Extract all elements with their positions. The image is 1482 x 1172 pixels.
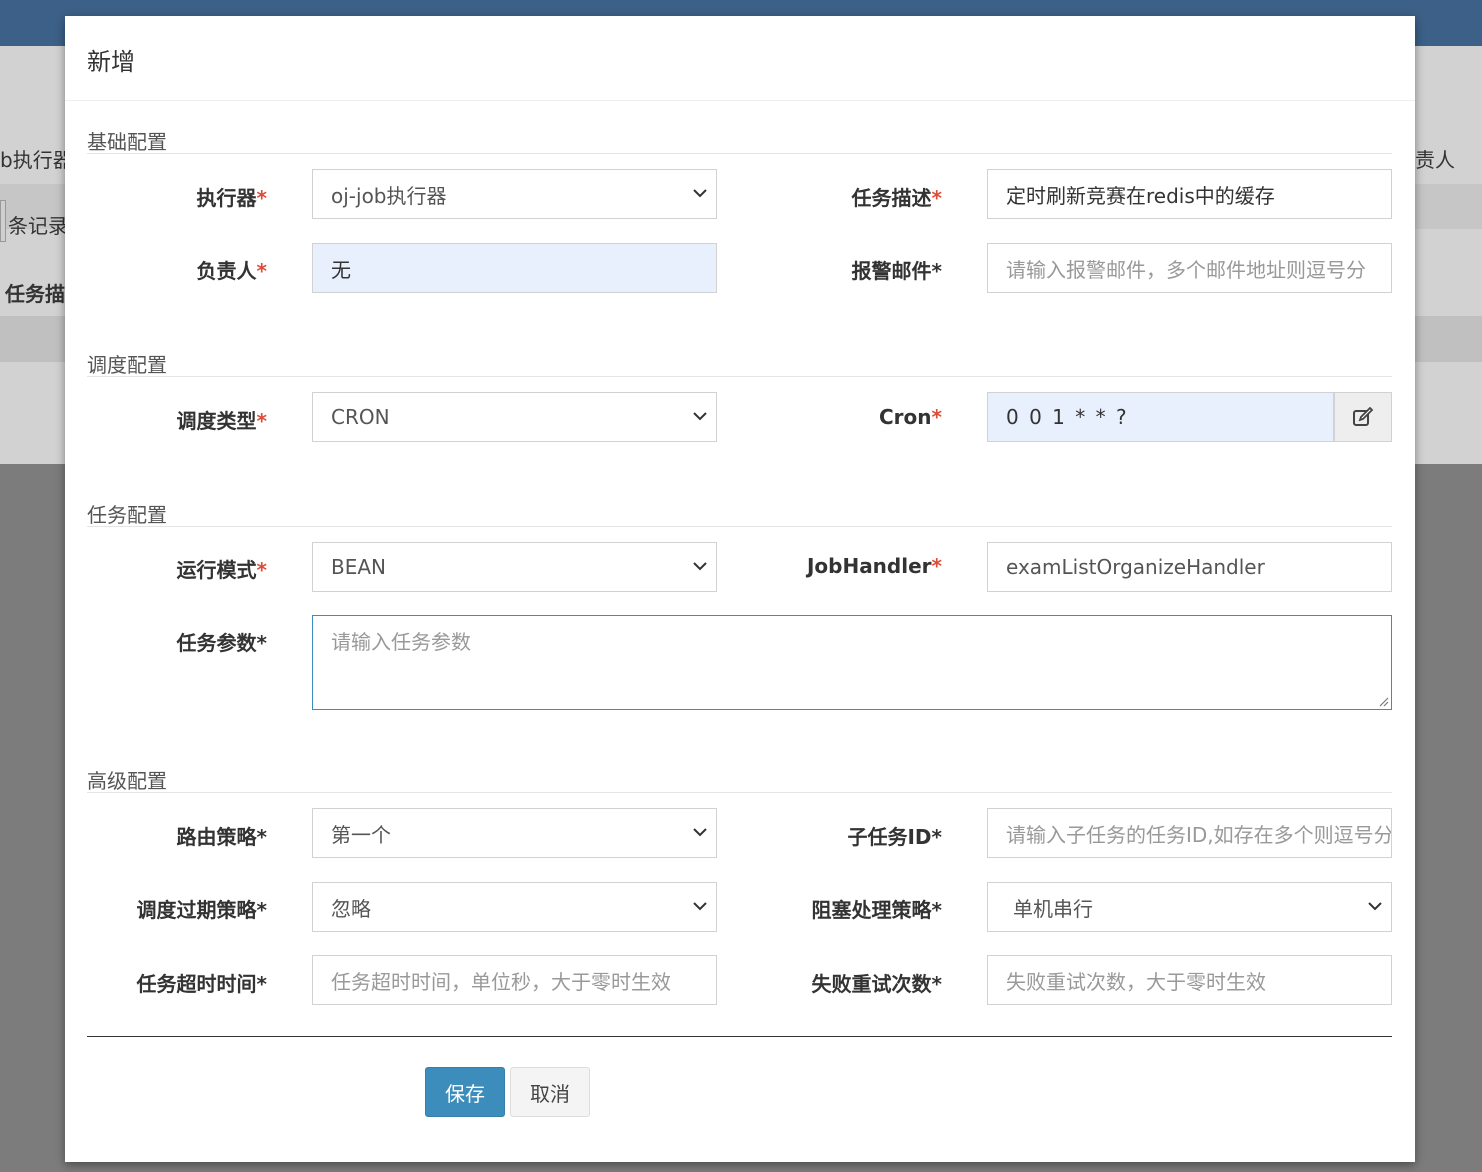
child-job-id-label: 子任务ID* xyxy=(847,825,942,849)
block-strategy-select[interactable]: 单机串行 xyxy=(987,882,1392,932)
owner-value: 无 xyxy=(331,257,351,282)
footer-divider xyxy=(87,1036,1392,1037)
alarm-email-input[interactable]: 请输入报警邮件，多个邮件地址则逗号分 xyxy=(987,243,1392,293)
block-strategy-label: 阻塞处理策略* xyxy=(811,898,942,922)
chevron-down-icon xyxy=(1368,902,1382,911)
executor-label: 执行器* xyxy=(196,186,267,210)
job-handler-label: JobHandler* xyxy=(806,554,942,578)
alarm-email-placeholder: 请输入报警邮件，多个邮件地址则逗号分 xyxy=(1006,257,1366,282)
executor-select[interactable]: oj-job执行器 xyxy=(312,169,717,219)
section-divider xyxy=(87,526,1392,527)
section-title-basic: 基础配置 xyxy=(87,130,167,154)
cron-label: Cron* xyxy=(879,405,942,429)
chevron-down-icon xyxy=(693,902,707,911)
job-desc-value: 定时刷新竞赛在redis中的缓存 xyxy=(1006,183,1275,208)
route-strategy-value: 第一个 xyxy=(331,822,391,847)
section-divider xyxy=(87,153,1392,154)
owner-input[interactable]: 无 xyxy=(312,243,717,293)
owner-label: 负责人* xyxy=(196,259,267,283)
add-job-modal: 新增 基础配置 执行器* oj-job执行器 任务描述* 定时刷新竞赛在redi… xyxy=(65,16,1415,1162)
misfire-strategy-value: 忽略 xyxy=(331,896,371,921)
section-title-advanced: 高级配置 xyxy=(87,769,167,793)
job-desc-label: 任务描述* xyxy=(851,186,942,210)
job-handler-value: examListOrganizeHandler xyxy=(1006,555,1265,579)
block-strategy-value: 单机串行 xyxy=(1013,896,1093,921)
timeout-placeholder: 任务超时时间，单位秒，大于零时生效 xyxy=(331,969,671,994)
cron-value: 0 0 1 * * ? xyxy=(1006,405,1129,429)
modal-title: 新增 xyxy=(87,48,135,76)
section-title-task: 任务配置 xyxy=(87,503,167,527)
child-job-id-input[interactable]: 请输入子任务的任务ID,如存在多个则逗号分隔 xyxy=(987,808,1392,858)
glue-type-select[interactable]: BEAN xyxy=(312,542,717,592)
job-param-label: 任务参数* xyxy=(176,631,267,655)
save-button[interactable]: 保存 xyxy=(425,1067,505,1117)
cron-edit-button[interactable] xyxy=(1334,392,1392,442)
route-strategy-select[interactable]: 第一个 xyxy=(312,808,717,858)
fail-retry-label: 失败重试次数* xyxy=(811,972,942,996)
route-strategy-label: 路由策略* xyxy=(176,825,267,849)
background-executor-label: b执行器 xyxy=(0,148,73,172)
executor-select-value: oj-job执行器 xyxy=(331,183,447,208)
fail-retry-input[interactable]: 失败重试次数，大于零时生效 xyxy=(987,955,1392,1005)
cron-input[interactable]: 0 0 1 * * ? xyxy=(987,392,1334,442)
schedule-type-value: CRON xyxy=(331,405,390,429)
schedule-type-label: 调度类型* xyxy=(176,409,267,433)
section-divider xyxy=(87,792,1392,793)
edit-icon xyxy=(1353,407,1374,426)
background-page-size-select xyxy=(0,200,6,242)
section-divider xyxy=(87,376,1392,377)
glue-type-label: 运行模式* xyxy=(176,558,267,582)
chevron-down-icon xyxy=(693,562,707,571)
job-handler-input[interactable]: examListOrganizeHandler xyxy=(987,542,1392,592)
job-param-placeholder: 请输入任务参数 xyxy=(331,630,471,654)
timeout-label: 任务超时时间* xyxy=(136,972,267,996)
misfire-strategy-label: 调度过期策略* xyxy=(136,898,267,922)
section-title-schedule: 调度配置 xyxy=(87,353,167,377)
chevron-down-icon xyxy=(693,189,707,198)
timeout-input[interactable]: 任务超时时间，单位秒，大于零时生效 xyxy=(312,955,717,1005)
glue-type-value: BEAN xyxy=(331,555,386,579)
schedule-type-select[interactable]: CRON xyxy=(312,392,717,442)
background-records-label: 条记录 xyxy=(8,214,68,238)
job-desc-input[interactable]: 定时刷新竞赛在redis中的缓存 xyxy=(987,169,1392,219)
background-owner-label: 责人 xyxy=(1415,148,1455,172)
resize-grip-icon[interactable] xyxy=(1377,695,1389,707)
child-job-id-placeholder: 请输入子任务的任务ID,如存在多个则逗号分隔 xyxy=(1006,822,1392,847)
alarm-email-label: 报警邮件* xyxy=(851,259,942,283)
job-param-textarea[interactable]: 请输入任务参数 xyxy=(312,615,1392,710)
fail-retry-placeholder: 失败重试次数，大于零时生效 xyxy=(1006,969,1266,994)
chevron-down-icon xyxy=(693,828,707,837)
chevron-down-icon xyxy=(693,412,707,421)
cancel-button[interactable]: 取消 xyxy=(510,1067,590,1117)
misfire-strategy-select[interactable]: 忽略 xyxy=(312,882,717,932)
modal-header-divider xyxy=(65,100,1415,101)
background-column-header: 任务描 xyxy=(5,282,65,306)
